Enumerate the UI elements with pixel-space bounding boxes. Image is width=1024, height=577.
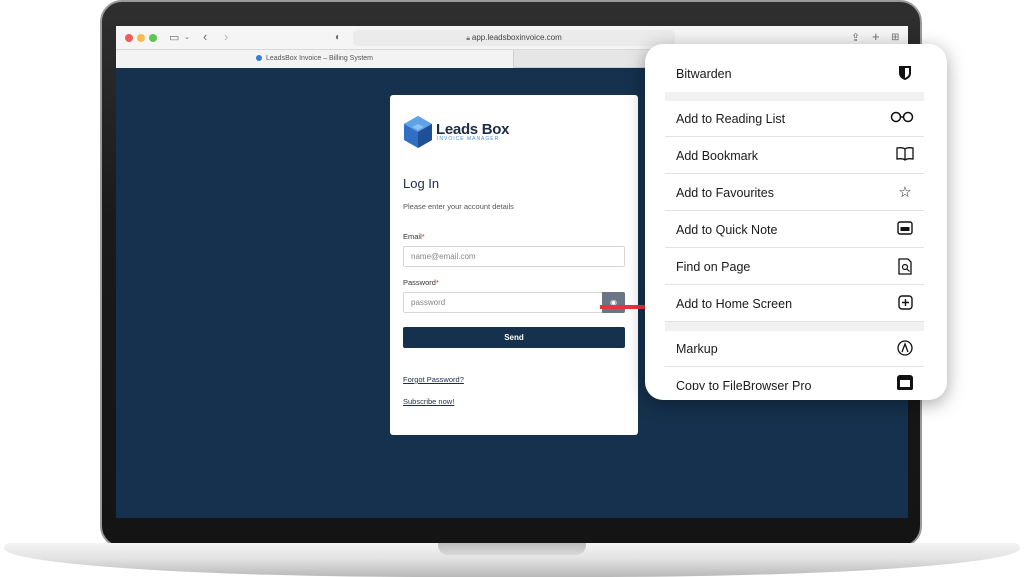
- send-button[interactable]: Send: [403, 327, 625, 348]
- menu-item-label: Add to Home Screen: [676, 297, 793, 311]
- menu-item-reading-list[interactable]: Add to Reading List: [665, 101, 924, 137]
- new-tab-icon[interactable]: +: [872, 29, 880, 45]
- privacy-shield-icon[interactable]: ◐: [335, 30, 341, 46]
- menu-item-label: Add to Reading List: [676, 112, 786, 126]
- share-menu: Bitwarden Add to Reading List Add Bookma…: [645, 44, 947, 400]
- leadsbox-logo-icon: [404, 116, 432, 148]
- menu-item-label: Markup: [676, 342, 718, 356]
- subscribe-link[interactable]: Subscribe now!: [403, 397, 454, 406]
- menu-item-label: Add Bookmark: [676, 149, 758, 163]
- menu-item-find-on-page[interactable]: Find on Page: [665, 249, 924, 285]
- menu-item-favourites[interactable]: Add to Favourites ☆: [665, 175, 924, 211]
- menu-item-label: Add to Quick Note: [676, 223, 778, 237]
- menu-item-filebrowser[interactable]: Copy to FileBrowser Pro: [665, 368, 924, 390]
- password-label: Password*: [403, 278, 439, 287]
- share-menu-list: Bitwarden Add to Reading List Add Bookma…: [665, 56, 924, 390]
- back-icon[interactable]: ‹: [203, 29, 207, 45]
- plus-square-icon: [895, 295, 915, 313]
- close-window-button[interactable]: [125, 34, 133, 42]
- tab-title: LeadsBox Invoice – Billing System: [266, 55, 373, 62]
- menu-divider: [665, 322, 924, 331]
- markup-icon: [895, 340, 915, 358]
- chevron-down-icon[interactable]: ⌄: [184, 30, 190, 46]
- page-title: Log In: [403, 176, 440, 191]
- menu-item-label: Add to Favourites: [676, 186, 774, 200]
- login-card: Leads Box INVOICE MANAGER Log In Please …: [390, 95, 638, 435]
- menu-item-add-bookmark[interactable]: Add Bookmark: [665, 138, 924, 174]
- address-bar[interactable]: 🔒︎ app.leadsboxinvoice.com: [353, 30, 675, 46]
- email-field[interactable]: name@email.com: [403, 246, 625, 267]
- glasses-icon: [889, 110, 915, 128]
- password-field[interactable]: password: [403, 292, 603, 313]
- menu-item-label: Find on Page: [676, 260, 751, 274]
- tab-leadsbox[interactable]: LeadsBox Invoice – Billing System: [116, 50, 514, 68]
- star-icon: ☆: [898, 184, 912, 201]
- brand-tagline: INVOICE MANAGER: [437, 136, 500, 142]
- favicon-icon: [256, 55, 262, 62]
- zoom-window-button[interactable]: [149, 34, 157, 42]
- menu-item-add-to-home-screen[interactable]: Add to Home Screen: [665, 286, 924, 322]
- address-bar-url: app.leadsboxinvoice.com: [471, 33, 562, 42]
- quick-note-icon: [895, 221, 915, 239]
- find-page-icon: [895, 258, 915, 276]
- book-icon: [895, 147, 915, 165]
- page-subtitle: Please enter your account details: [403, 202, 514, 211]
- menu-divider: [665, 92, 924, 101]
- menu-item-bitwarden[interactable]: Bitwarden: [665, 56, 924, 92]
- menu-item-markup[interactable]: Markup: [665, 331, 924, 367]
- sidebar-toggle-icon[interactable]: ▭: [169, 30, 179, 46]
- menu-item-label: Bitwarden: [676, 67, 732, 81]
- product-mockup: ▭ ⌄ ‹ › ◐ 🔒︎ app.leadsboxinvoice.com ⇪ +…: [0, 0, 1024, 577]
- filebrowser-icon: [895, 374, 915, 390]
- forgot-password-link[interactable]: Forgot Password?: [403, 375, 464, 384]
- email-label: Email*: [403, 232, 425, 241]
- shield-icon: [895, 65, 915, 83]
- menu-item-label: Copy to FileBrowser Pro: [676, 379, 812, 390]
- laptop-notch: [438, 543, 586, 555]
- forward-icon[interactable]: ›: [224, 29, 228, 45]
- minimize-window-button[interactable]: [137, 34, 145, 42]
- menu-item-quick-note[interactable]: Add to Quick Note: [665, 212, 924, 248]
